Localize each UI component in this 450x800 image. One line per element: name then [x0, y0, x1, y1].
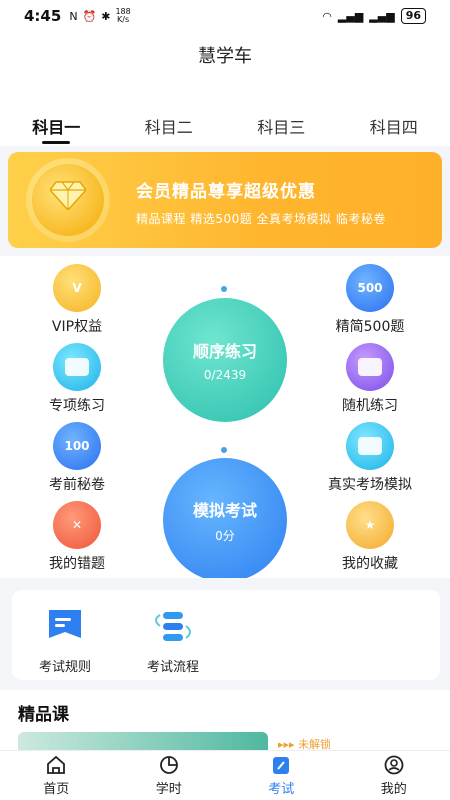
rules-card: 考试规则 考试流程	[12, 590, 440, 680]
net-speed: 188 K/s	[115, 7, 131, 24]
section-title-courses: 精品课	[18, 705, 69, 725]
page-title: 慧学车	[198, 46, 252, 67]
star-folder-icon: ★	[346, 501, 394, 549]
mock-exam-button[interactable]: 模拟考试 0分	[163, 458, 287, 582]
subject-tabs: 科目一 科目二 科目三 科目四	[0, 110, 450, 150]
500-badge-icon: 500	[346, 264, 394, 312]
bottom-nav: 首页 学时 考试 我的	[0, 750, 450, 800]
user-icon	[384, 755, 404, 775]
tab-subject-4[interactable]: 科目四	[338, 110, 450, 150]
pie-chart-icon	[159, 756, 178, 774]
tab-subject-2[interactable]: 科目二	[113, 110, 226, 150]
nfc-icon: N	[69, 9, 78, 23]
tab-subject-1[interactable]: 科目一	[0, 110, 113, 150]
bluetooth-icon: ✱	[101, 9, 111, 23]
exam-rules-button[interactable]: 考试规则	[20, 608, 110, 675]
random-practice-button[interactable]: 随机练习	[315, 343, 425, 415]
nav-exam[interactable]: 考试	[225, 751, 338, 800]
timeline-dot	[221, 286, 227, 292]
my-favorites-button[interactable]: ★ 我的收藏	[315, 501, 425, 573]
special-practice-button[interactable]: 专项练习	[22, 343, 132, 415]
timeline-dot	[221, 447, 227, 453]
sequential-practice-button[interactable]: 顺序练习 0/2439	[163, 298, 287, 422]
exam-process-button[interactable]: 考试流程	[128, 608, 218, 675]
exam-pencil-icon	[273, 757, 290, 774]
vip-rights-button[interactable]: V VIP权益	[22, 264, 132, 336]
nav-home[interactable]: 首页	[0, 751, 113, 800]
clock: 4:45	[24, 7, 62, 25]
screen-icon	[346, 343, 394, 391]
wrong-box-icon: ✕	[53, 501, 101, 549]
tab-subject-3[interactable]: 科目三	[225, 110, 338, 150]
nav-hours[interactable]: 学时	[113, 751, 226, 800]
process-flow-icon	[155, 612, 191, 641]
signal-icon: ▂▄▆	[337, 9, 364, 23]
wifi-icon: ◠	[322, 9, 332, 23]
crown-v-icon: V	[53, 264, 101, 312]
real-exam-sim-button[interactable]: 真实考场模拟	[315, 422, 425, 494]
rules-book-icon	[49, 610, 81, 638]
secret-paper-button[interactable]: 100 考前秘卷	[22, 422, 132, 494]
select-500-button[interactable]: 500 精简500题	[315, 264, 425, 336]
diamond-icon	[50, 181, 86, 210]
alarm-icon: ⏰	[82, 9, 97, 23]
battery-indicator: 96	[400, 8, 426, 24]
home-icon	[47, 755, 66, 774]
mock-exam-score: 0分	[215, 528, 235, 543]
vip-banner[interactable]: 会员精品尊享超级优惠 精品课程 精选500题 全真考场模拟 临考秘卷	[8, 152, 442, 248]
document-icon	[53, 343, 101, 391]
nav-mine[interactable]: 我的	[338, 751, 450, 800]
status-bar: 4:45 N ⏰ ✱ 188 K/s ◠ ▂▄▆ ▂▄▆ 96	[0, 0, 450, 32]
exam-paper-icon: 100	[53, 422, 101, 470]
banner-title: 会员精品尊享超级优惠	[136, 182, 316, 202]
monitor-icon	[346, 422, 394, 470]
banner-subtitle: 精品课程 精选500题 全真考场模拟 临考秘卷	[136, 212, 386, 226]
signal-icon-2: ▂▄▆	[369, 9, 395, 23]
my-mistakes-button[interactable]: ✕ 我的错题	[22, 501, 132, 573]
sequential-progress: 0/2439	[203, 368, 247, 382]
